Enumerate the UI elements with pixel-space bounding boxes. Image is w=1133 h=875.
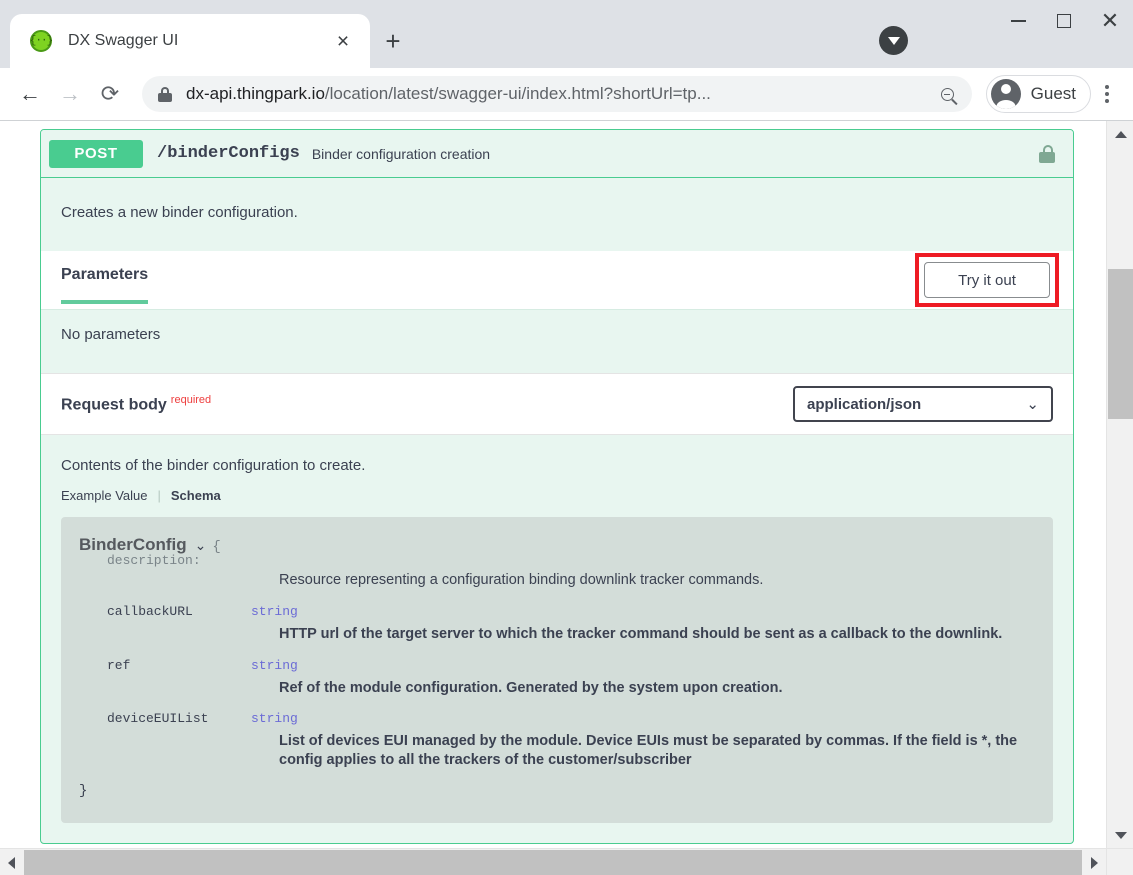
browser-toolbar: ← → ⟳ dx-api.thingpark.io/location/lates… [0, 68, 1133, 120]
horizontal-scrollbar-thumb[interactable] [24, 850, 1082, 875]
schema-description-value: Resource representing a configuration bi… [279, 572, 764, 588]
zoom-out-icon[interactable] [934, 80, 962, 108]
http-method-badge: POST [49, 139, 143, 168]
swagger-page: POST /binderConfigs Binder configuration… [0, 121, 1106, 849]
property-name: ref [107, 657, 131, 673]
tab-separator: | [157, 488, 161, 503]
property-doc: List of devices EUI managed by the modul… [279, 733, 1018, 768]
tab-schema[interactable]: Schema [171, 488, 221, 503]
schema-model-box: BinderConfig ⌄{ description: Resource rep… [61, 517, 1053, 824]
close-brace: } [79, 783, 88, 800]
property-type: string [251, 657, 298, 673]
property-doc: HTTP url of the target server to which t… [279, 626, 1003, 642]
new-tab-button[interactable]: + [370, 19, 416, 63]
browser-tab-dx-swagger-ui[interactable]: {··} DX Swagger UI × [10, 14, 370, 68]
kebab-menu-icon[interactable] [1091, 75, 1123, 113]
property-type: string [251, 604, 298, 619]
download-triangle [887, 36, 900, 45]
property-row: deviceEUIList string [79, 711, 1033, 726]
page-viewport: POST /binderConfigs Binder configuration… [0, 120, 1133, 875]
no-parameters-text: No parameters [41, 309, 1073, 373]
operation-summary-text: Binder configuration creation [311, 145, 491, 162]
request-body-header: Request body required application/json ⌄ [41, 373, 1073, 435]
unlocked-padlock-icon[interactable] [1039, 144, 1055, 163]
reload-icon[interactable]: ⟳ [90, 74, 130, 114]
url-path: /location/latest/swagger-ui/index.html?s… [324, 84, 711, 103]
property-name: callbackURL [107, 604, 193, 619]
scroll-up-icon[interactable] [1107, 121, 1133, 148]
window-close-icon[interactable]: ✕ [1087, 0, 1133, 42]
content-type-value: application/json [807, 395, 922, 413]
maximize-icon[interactable] [1041, 0, 1087, 42]
back-icon[interactable]: ← [10, 74, 50, 114]
tab-title: DX Swagger UI [68, 32, 179, 49]
required-badge: required [170, 393, 212, 406]
property-doc: Ref of the module configuration. Generat… [279, 679, 783, 696]
operation-summary-bar[interactable]: POST /binderConfigs Binder configuration… [41, 130, 1073, 178]
scrollbar-corner [1106, 848, 1133, 875]
scroll-left-icon[interactable] [0, 849, 23, 875]
address-bar[interactable]: dx-api.thingpark.io/location/latest/swag… [142, 76, 972, 112]
open-brace: { [212, 539, 221, 555]
model-example-tabs: Example Value | Schema [41, 474, 1073, 517]
window-controls: ✕ [995, 0, 1133, 42]
scroll-down-icon[interactable] [1107, 822, 1133, 849]
property-row: callbackURL string [79, 604, 1033, 619]
url-text: dx-api.thingpark.io/location/latest/swag… [186, 84, 934, 104]
download-arrow-icon[interactable] [879, 26, 908, 55]
tab-strip: {··} DX Swagger UI × + ✕ [0, 0, 1133, 68]
operation-path: /binderConfigs [157, 144, 300, 163]
profile-button[interactable]: Guest [985, 75, 1091, 113]
operation-description: Creates a new binder configuration. [61, 204, 298, 221]
property-row: ref string [79, 658, 1033, 673]
request-body-label: Request body required [61, 394, 211, 414]
schema-property-callbackurl: callbackURL string HTTP url of the targe… [79, 604, 1033, 644]
browser-window: {··} DX Swagger UI × + ✕ ← → ⟳ dx-api.th… [0, 0, 1133, 875]
operation-block-post-binderconfigs: POST /binderConfigs Binder configuration… [40, 129, 1074, 845]
minimize-icon[interactable] [995, 0, 1041, 42]
model-name: BinderConfig [79, 535, 187, 554]
vertical-scrollbar-thumb[interactable] [1108, 269, 1133, 419]
property-name: deviceEUIList [107, 711, 209, 727]
schema-description-label: description: [107, 553, 201, 568]
padlock-icon[interactable] [158, 86, 172, 102]
avatar [990, 79, 1021, 109]
swagger-braces-icon: {··} [30, 30, 53, 52]
try-it-out-button[interactable]: Try it out [924, 262, 1050, 298]
chevron-down-icon: ⌄ [1026, 396, 1039, 413]
vertical-scrollbar[interactable] [1106, 121, 1133, 849]
profile-name: Guest [1030, 84, 1076, 103]
close-icon[interactable]: × [330, 28, 356, 54]
request-body-title: Request body [61, 396, 167, 414]
schema-property-deviceeuilist: deviceEUIList string List of devices EUI… [79, 711, 1033, 769]
try-it-out-highlight: Try it out [915, 253, 1059, 307]
url-domain: dx-api.thingpark.io [186, 84, 325, 103]
tab-example-value[interactable]: Example Value [61, 488, 147, 503]
model-header[interactable]: BinderConfig ⌄{ [79, 535, 1033, 555]
parameters-title: Parameters [61, 266, 149, 304]
operation-body: Creates a new binder configuration. Para… [41, 178, 1073, 824]
property-type: string [251, 711, 298, 727]
request-body-description: Contents of the binder configuration to … [41, 435, 1073, 474]
forward-icon[interactable]: → [50, 74, 90, 114]
content-type-select[interactable]: application/json ⌄ [793, 386, 1053, 422]
schema-property-ref: ref string Ref of the module configurati… [79, 658, 1033, 698]
scroll-right-icon[interactable] [1083, 849, 1106, 875]
horizontal-scrollbar[interactable] [0, 848, 1133, 875]
parameters-header: Parameters Try it out [41, 251, 1073, 309]
